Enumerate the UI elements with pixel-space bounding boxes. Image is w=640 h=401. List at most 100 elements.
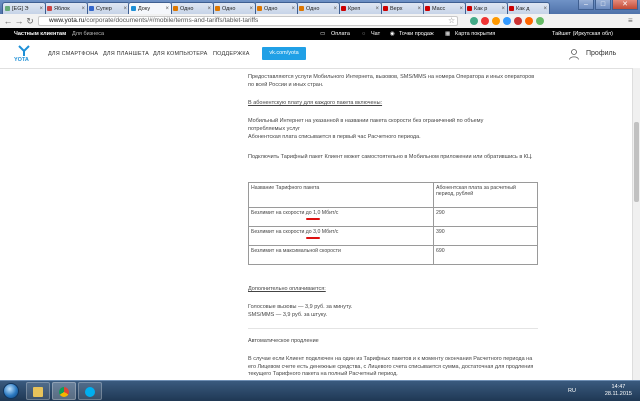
tab-close-icon[interactable]: × bbox=[165, 6, 169, 12]
tariff-price: 390 bbox=[433, 226, 538, 246]
browser-tab[interactable]: Одно × bbox=[170, 2, 214, 14]
tab-favicon-icon bbox=[509, 6, 514, 11]
tab-close-icon[interactable]: × bbox=[39, 6, 43, 12]
browser-tab[interactable]: Доку × bbox=[128, 2, 172, 14]
region-selector[interactable]: Тайшет (Иркутская обл) bbox=[552, 31, 613, 37]
nav-computer[interactable]: ДЛЯ КОМПЬЮТЕРА bbox=[153, 51, 207, 57]
extension-icon[interactable] bbox=[470, 17, 478, 25]
nav-support[interactable]: ПОДДЕРЖКА bbox=[213, 51, 250, 57]
chrome-icon bbox=[59, 387, 69, 397]
browser-tab[interactable]: Как р × bbox=[464, 2, 508, 14]
tariff-name-text: Безлимит на максимальной скорости bbox=[251, 248, 341, 254]
location-icon: ◉ bbox=[390, 30, 395, 37]
chat-link[interactable]: Чат bbox=[371, 31, 380, 37]
tab-title: [EG] Э bbox=[12, 5, 29, 12]
extension-icon[interactable] bbox=[503, 17, 511, 25]
browser-tab[interactable]: [EG] Э × bbox=[2, 2, 46, 14]
nav-smartphone[interactable]: ДЛЯ СМАРТФОНА bbox=[48, 51, 98, 57]
back-button[interactable]: ← bbox=[3, 16, 13, 26]
tab-title: Верх bbox=[390, 5, 403, 12]
tab-close-icon[interactable]: × bbox=[333, 6, 337, 12]
tab-close-icon[interactable]: × bbox=[81, 6, 85, 12]
skype-icon bbox=[85, 387, 95, 397]
tab-close-icon[interactable]: × bbox=[417, 6, 421, 12]
profile-link[interactable]: Профиль bbox=[568, 48, 618, 60]
red-underline-mark bbox=[305, 218, 321, 220]
tab-favicon-icon bbox=[425, 6, 430, 11]
tab-favicon-icon bbox=[131, 6, 136, 11]
browser-tab[interactable]: Верх × bbox=[380, 2, 424, 14]
scrollbar-thumb[interactable] bbox=[634, 122, 639, 202]
start-button[interactable] bbox=[3, 383, 19, 399]
auto-renewal-heading: Автоматическое продление bbox=[248, 338, 319, 344]
tab-close-icon[interactable]: × bbox=[543, 6, 547, 12]
menu-icon[interactable]: ≡ bbox=[628, 16, 633, 25]
extra-calls: Голосовые вызовы — 3,9 руб. за минуту. bbox=[248, 304, 353, 310]
tariff-name: Безлимит на скорости до 1,0 Мбит/с bbox=[248, 207, 434, 227]
system-clock[interactable]: 14:47 28.11.2015 bbox=[605, 384, 632, 398]
tab-close-icon[interactable]: × bbox=[375, 6, 379, 12]
tab-title: Масс bbox=[432, 5, 446, 12]
extension-icon[interactable] bbox=[525, 17, 533, 25]
tab-favicon-icon bbox=[47, 6, 52, 11]
tariff-name: Безлимит на скорости до 3,0 Мбит/с bbox=[248, 226, 434, 246]
extension-icon[interactable] bbox=[514, 17, 522, 25]
map-icon: ▦ bbox=[445, 30, 451, 37]
forward-button[interactable]: → bbox=[14, 16, 24, 26]
payment-link[interactable]: Оплата bbox=[331, 31, 350, 37]
minimize-button[interactable]: – bbox=[578, 0, 594, 10]
windows-taskbar: RU 14:47 28.11.2015 bbox=[0, 380, 640, 401]
profile-label: Профиль bbox=[586, 50, 617, 57]
url-input[interactable]: www.yota.ru/corporate/documents/#/mobile… bbox=[38, 16, 458, 26]
tab-close-icon[interactable]: × bbox=[249, 6, 253, 12]
yota-top-bar: Частным клиентам Для бизнеса ▭ Оплата ◌ … bbox=[0, 28, 640, 40]
tab-title: Одно bbox=[306, 5, 320, 12]
browser-tab[interactable]: Одно × bbox=[296, 2, 340, 14]
business-link[interactable]: Для бизнеса bbox=[72, 31, 104, 37]
chat-icon: ◌ bbox=[362, 30, 366, 37]
tab-close-icon[interactable]: × bbox=[123, 6, 127, 12]
tab-close-icon[interactable]: × bbox=[459, 6, 463, 12]
extension-icon[interactable] bbox=[481, 17, 489, 25]
nav-tablet[interactable]: ДЛЯ ПЛАНШЕТА bbox=[103, 51, 149, 57]
taskbar-explorer[interactable] bbox=[26, 382, 50, 400]
star-icon[interactable]: ☆ bbox=[448, 16, 455, 25]
tariff-name-text: Безлимит на скорости bbox=[251, 210, 306, 216]
browser-tab[interactable]: Креп × bbox=[338, 2, 382, 14]
reload-button[interactable]: ↻ bbox=[25, 16, 35, 26]
folder-icon bbox=[33, 387, 43, 397]
maximize-button[interactable]: □ bbox=[595, 0, 611, 10]
stores-link[interactable]: Точки продаж bbox=[399, 31, 434, 37]
table-row: Безлимит на максимальной скорости 690 bbox=[248, 245, 538, 265]
tab-title: Одно bbox=[222, 5, 236, 12]
url-host: www.yota.ru bbox=[49, 17, 85, 24]
browser-tab[interactable]: Супер × bbox=[86, 2, 130, 14]
included-text: Мобильный Интернет на указанной в назван… bbox=[248, 118, 484, 132]
tab-favicon-icon bbox=[89, 6, 94, 11]
private-clients-link[interactable]: Частным клиентам bbox=[14, 31, 66, 37]
language-indicator[interactable]: RU bbox=[568, 388, 576, 394]
taskbar-skype[interactable] bbox=[78, 382, 102, 400]
yota-logo[interactable]: YOTA bbox=[14, 45, 34, 65]
browser-tab[interactable]: Яблок × bbox=[44, 2, 88, 14]
table-row: Безлимит на скорости до 1,0 Мбит/с 290 bbox=[248, 207, 538, 227]
coverage-link[interactable]: Карта покрытия bbox=[455, 31, 495, 37]
speed-value: до 1,0 bbox=[305, 210, 321, 216]
tab-close-icon[interactable]: × bbox=[291, 6, 295, 12]
url-path: /corporate/documents/#/mobile/terms-and-… bbox=[84, 17, 259, 24]
taskbar-chrome[interactable] bbox=[52, 382, 76, 400]
browser-tab[interactable]: Одно × bbox=[254, 2, 298, 14]
vertical-scrollbar[interactable] bbox=[632, 68, 640, 380]
close-window-button[interactable]: ✕ bbox=[612, 0, 638, 10]
tab-close-icon[interactable]: × bbox=[207, 6, 211, 12]
speed-unit: Мбит/с bbox=[320, 210, 339, 216]
extension-icon[interactable] bbox=[536, 17, 544, 25]
red-underline-mark bbox=[305, 237, 321, 239]
tab-close-icon[interactable]: × bbox=[501, 6, 505, 12]
vk-button[interactable]: vk.com/yota bbox=[262, 47, 306, 60]
browser-tab[interactable]: Масс × bbox=[422, 2, 466, 14]
browser-tab[interactable]: Как д × bbox=[506, 2, 550, 14]
browser-tab[interactable]: Одно × bbox=[212, 2, 256, 14]
address-bar: ← → ↻ www.yota.ru/corporate/documents/#/… bbox=[0, 14, 640, 29]
extension-icon[interactable] bbox=[492, 17, 500, 25]
